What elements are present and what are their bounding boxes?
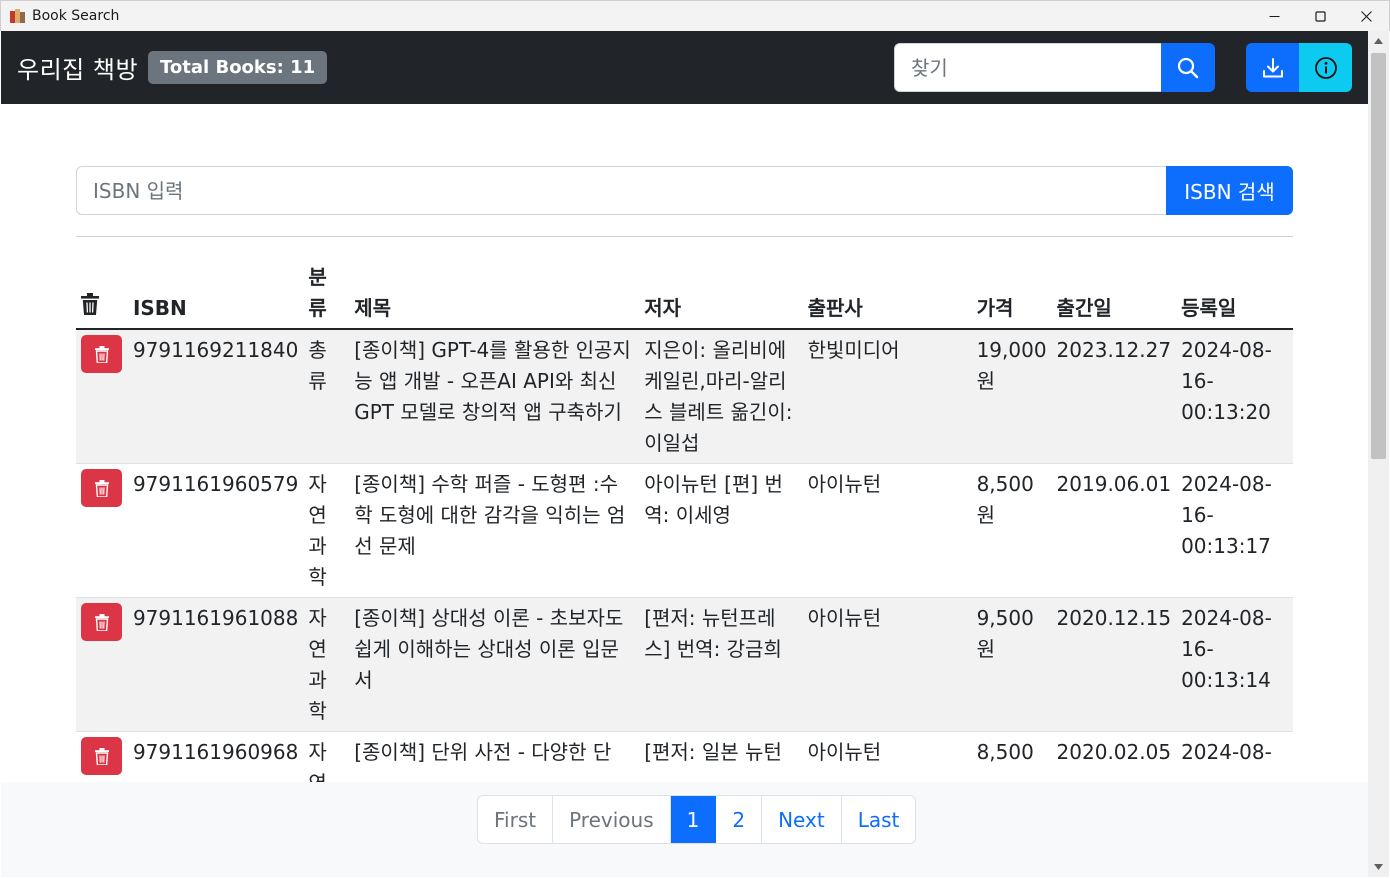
publisher-cell: 아이뉴턴 xyxy=(802,597,972,732)
header-price[interactable]: 가격 xyxy=(971,262,1052,330)
delete-cell xyxy=(76,597,128,732)
window-titlebar: Book Search xyxy=(0,0,1390,31)
isbn-search-button[interactable]: ISBN 검색 xyxy=(1166,166,1293,215)
table-header-row: ISBN 분류 제목 저자 출판사 가격 출간일 등록일 xyxy=(76,262,1293,330)
reg-date-cell: 2024-08-16-00:13:20 xyxy=(1176,329,1293,464)
books-table: ISBN 분류 제목 저자 출판사 가격 출간일 등록일 97911692118… xyxy=(76,262,1293,782)
info-icon xyxy=(1314,56,1337,79)
header-category[interactable]: 분류 xyxy=(303,262,350,330)
isbn-cell: 9791161960968 xyxy=(127,731,304,782)
pub-date-cell: 2023.12.27 xyxy=(1051,329,1177,464)
author-cell: [편저: 일본 뉴턴 xyxy=(639,731,803,782)
pub-date-cell: 2020.02.05 xyxy=(1051,731,1177,782)
book-app-icon xyxy=(10,9,26,23)
page-2-button[interactable]: 2 xyxy=(716,796,763,843)
reg-date-cell: 2024-08- xyxy=(1176,731,1293,782)
publisher-cell: 아이뉴턴 xyxy=(802,463,972,598)
isbn-cell: 9791161960579 xyxy=(127,463,304,598)
page-1-button[interactable]: 1 xyxy=(670,796,717,843)
download-button[interactable] xyxy=(1246,43,1299,92)
action-button-group xyxy=(1246,43,1352,92)
title-cell: [종이책] GPT-4를 활용한 인공지능 앱 개발 - 오픈AI API와 최… xyxy=(349,329,640,464)
page-first-button[interactable]: First xyxy=(478,796,554,843)
isbn-input[interactable] xyxy=(76,166,1166,215)
trash-icon xyxy=(81,293,99,315)
pub-date-cell: 2019.06.01 xyxy=(1051,463,1177,598)
pub-date-cell: 2020.12.15 xyxy=(1051,597,1177,732)
delete-cell xyxy=(76,731,128,782)
close-button[interactable] xyxy=(1343,1,1389,32)
header-delete xyxy=(76,262,128,330)
scroll-down-arrow-icon[interactable] xyxy=(1368,857,1389,877)
scrollbar-thumb[interactable] xyxy=(1371,53,1386,459)
page-previous-button[interactable]: Previous xyxy=(553,796,671,843)
delete-cell xyxy=(76,329,128,464)
delete-button[interactable] xyxy=(81,335,122,373)
delete-button[interactable] xyxy=(81,737,122,775)
author-cell: [편저: 뉴턴프레스] 번역: 강금희 xyxy=(639,597,803,732)
header-isbn[interactable]: ISBN xyxy=(127,262,304,330)
download-icon xyxy=(1262,57,1283,77)
navbar: 우리집 책방 Total Books: 11 xyxy=(1,31,1368,104)
price-cell: 8,500원 xyxy=(971,463,1052,598)
trash-icon xyxy=(94,613,109,631)
maximize-icon xyxy=(1314,11,1326,22)
page-next-button[interactable]: Next xyxy=(762,796,842,843)
page-last-button[interactable]: Last xyxy=(842,796,916,843)
category-cell: 자연과학 xyxy=(303,597,350,732)
category-cell: 자연과학 xyxy=(303,463,350,598)
header-pub-date[interactable]: 출간일 xyxy=(1051,262,1177,330)
publisher-cell: 한빛미디어 xyxy=(802,329,972,464)
total-books-badge: Total Books: 11 xyxy=(148,51,328,84)
search-button[interactable] xyxy=(1161,43,1215,92)
table-row: 9791169211840 총류 [종이책] GPT-4를 활용한 인공지능 앱… xyxy=(76,329,1293,464)
minimize-icon xyxy=(1269,16,1279,17)
header-reg-date[interactable]: 등록일 xyxy=(1176,262,1293,330)
title-cell: [종이책] 상대성 이론 - 초보자도 쉽게 이해하는 상대성 이론 입문서 xyxy=(349,597,640,732)
header-author[interactable]: 저자 xyxy=(639,262,803,330)
trash-icon xyxy=(94,345,109,363)
delete-button[interactable] xyxy=(81,469,122,507)
search-icon xyxy=(1177,57,1199,78)
main-content: ISBN 검색 ISBN 분류 제목 저자 xyxy=(1,104,1368,782)
scroll-up-arrow-icon[interactable] xyxy=(1368,31,1389,51)
author-cell: 지은이: 올리비에 케일린,마리-알리스 블레트 옮긴이: 이일섭 xyxy=(639,329,803,464)
info-button[interactable] xyxy=(1299,43,1352,92)
trash-icon xyxy=(94,747,109,765)
price-cell: 19,000원 xyxy=(971,329,1052,464)
pagination-footer: First Previous 1 2 Next Last xyxy=(1,782,1368,877)
isbn-search-group: ISBN 검색 xyxy=(76,166,1293,215)
vertical-scrollbar[interactable] xyxy=(1368,31,1389,877)
minimize-button[interactable] xyxy=(1251,1,1297,32)
trash-icon xyxy=(94,479,109,497)
nav-search-group xyxy=(894,43,1215,92)
title-cell: [종이책] 단위 사전 - 다양한 단 xyxy=(349,731,640,782)
price-cell: 9,500원 xyxy=(971,597,1052,732)
table-row: 9791161960579 자연과학 [종이책] 수학 퍼즐 - 도형편 :수학… xyxy=(76,463,1293,598)
search-input[interactable] xyxy=(894,43,1161,92)
header-publisher[interactable]: 출판사 xyxy=(802,262,972,330)
header-title[interactable]: 제목 xyxy=(349,262,640,330)
author-cell: 아이뉴턴 [편] 번역: 이세영 xyxy=(639,463,803,598)
category-cell: 총류 xyxy=(303,329,350,464)
window-controls xyxy=(1251,1,1389,32)
publisher-cell: 아이뉴턴 xyxy=(802,731,972,782)
brand-title[interactable]: 우리집 책방 xyxy=(17,50,138,85)
category-cell: 자연과학 xyxy=(303,731,350,782)
table-row: 9791161961088 자연과학 [종이책] 상대성 이론 - 초보자도 쉽… xyxy=(76,597,1293,732)
isbn-cell: 9791161961088 xyxy=(127,597,304,732)
isbn-cell: 9791169211840 xyxy=(127,329,304,464)
reg-date-cell: 2024-08-16-00:13:17 xyxy=(1176,463,1293,598)
pagination: First Previous 1 2 Next Last xyxy=(477,795,917,844)
delete-cell xyxy=(76,463,128,598)
reg-date-cell: 2024-08-16-00:13:14 xyxy=(1176,597,1293,732)
close-icon xyxy=(1360,11,1372,22)
title-cell: [종이책] 수학 퍼즐 - 도형편 :수학 도형에 대한 감각을 익히는 엄선 … xyxy=(349,463,640,598)
table-row: 9791161960968 자연과학 [종이책] 단위 사전 - 다양한 단 [… xyxy=(76,731,1293,782)
maximize-button[interactable] xyxy=(1297,1,1343,32)
price-cell: 8,500 xyxy=(971,731,1052,782)
divider xyxy=(76,236,1293,237)
window-title: Book Search xyxy=(32,8,120,24)
delete-button[interactable] xyxy=(81,603,122,641)
